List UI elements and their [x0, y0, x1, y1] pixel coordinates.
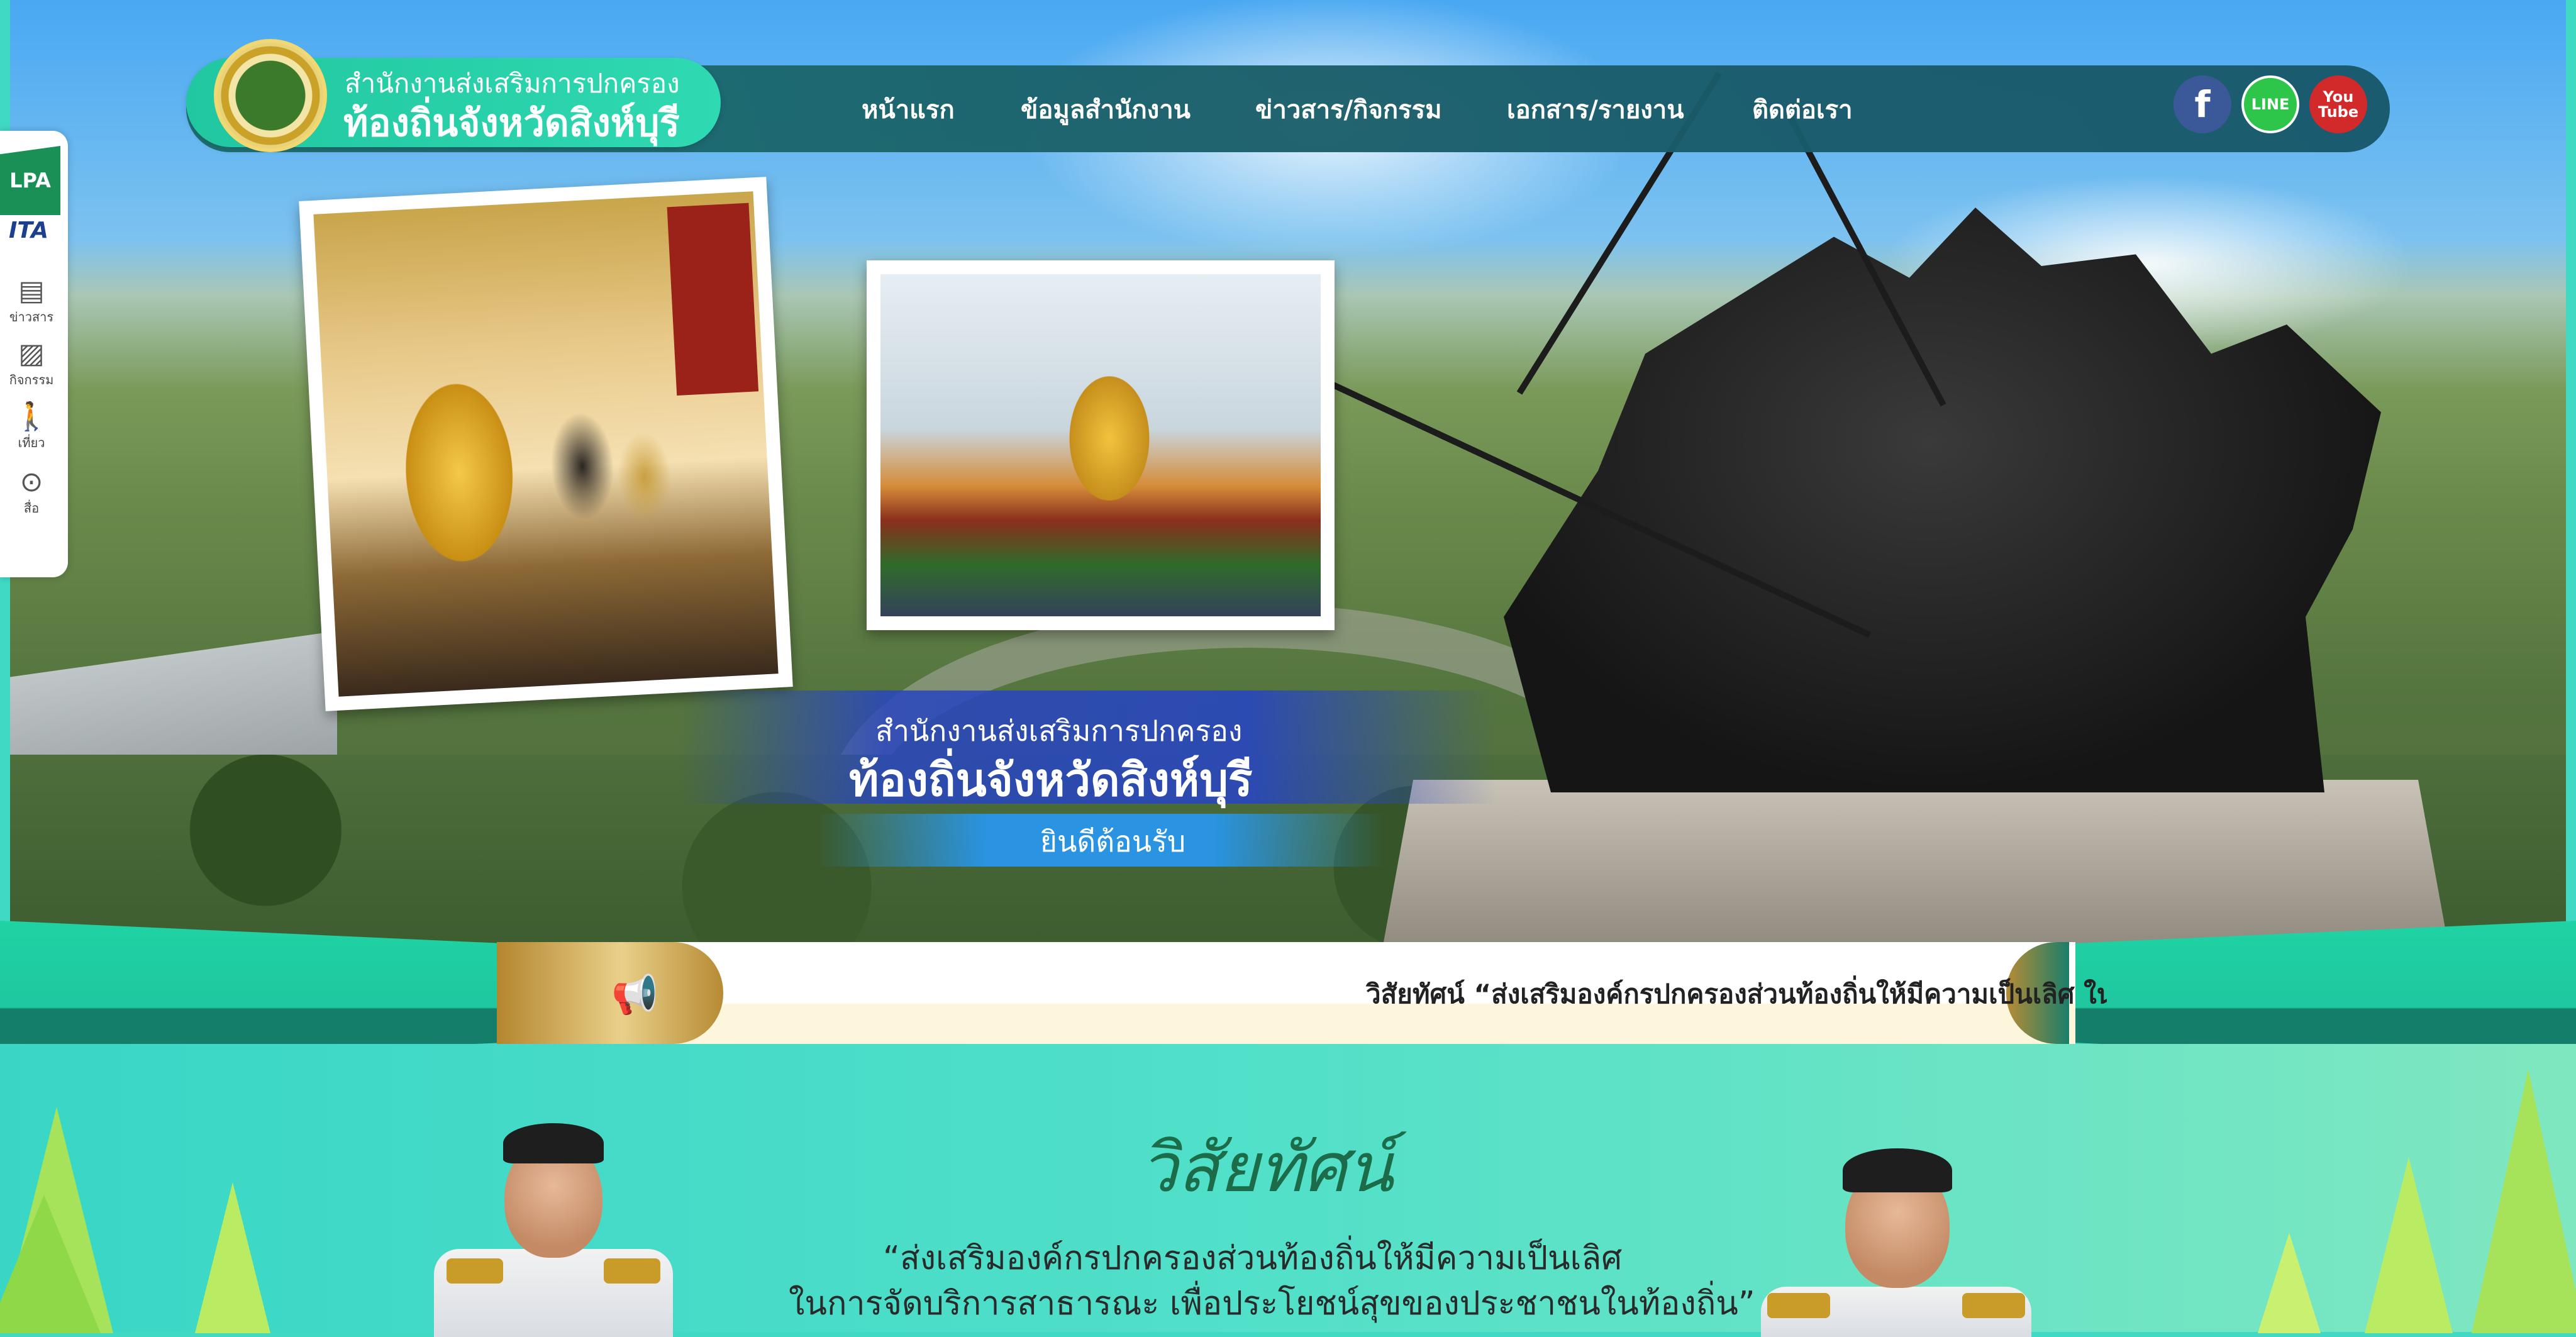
sidebar-item-media[interactable]: ⊙ สื่อ: [0, 468, 63, 518]
sidebar-item-label: สื่อ: [23, 501, 40, 516]
facebook-icon[interactable]: f: [2174, 75, 2231, 133]
tree-decoration: [2365, 1157, 2453, 1333]
sidebar-item-label: เที่ยว: [18, 435, 45, 450]
buddha-statue-image: [880, 274, 1321, 616]
portrait-epaulette: [1767, 1293, 1830, 1318]
welcome-greeting: ยินดีต้อนรับ: [1040, 824, 1186, 858]
tree-decoration: [195, 1182, 270, 1333]
tree-decoration: [2472, 1069, 2576, 1333]
sidebar-item-news[interactable]: ▤ ข่าวสาร: [0, 277, 63, 327]
statue-base: [1381, 780, 2450, 943]
temple-photo: [299, 177, 793, 711]
sidebar-item-travel[interactable]: 🚶 เที่ยว: [0, 402, 63, 453]
nav-documents[interactable]: เอกสาร/รายงาน: [1507, 89, 1684, 130]
youtube-label-top: You: [2323, 88, 2354, 106]
ticker-text[interactable]: วิสัยทัศน์ “ส่งเสริมองค์กรปกครองส่วนท้อง…: [1366, 974, 2107, 1015]
official-portrait-right: [1761, 1148, 2031, 1337]
youtube-label-bottom: Tube: [2318, 103, 2359, 121]
portrait-epaulette: [604, 1258, 660, 1284]
logo-seal-icon[interactable]: [214, 39, 327, 152]
lpa-badge[interactable]: LPA: [0, 146, 60, 215]
ticker-viewport: วิสัยทัศน์ “ส่งเสริมองค์กรปกครองส่วนท้อง…: [723, 942, 2107, 1044]
nav-contact[interactable]: ติดต่อเรา: [1752, 89, 1853, 130]
vision-statement-line2: ในการจัดบริการสาธารณะ เพื่อประโยชน์สุขขอ…: [789, 1285, 1755, 1323]
ita-badge[interactable]: ITA: [9, 218, 48, 243]
official-portrait-left: [434, 1123, 673, 1337]
play-icon: ⊙: [19, 466, 43, 498]
portrait-epaulette: [447, 1258, 503, 1284]
image-icon: ▨: [18, 338, 45, 370]
tree-decoration: [0, 1195, 101, 1333]
welcome-title-line2: ท้องถิ่นจังหวัดสิงห์บุรี: [849, 753, 1253, 806]
ticker-label: [497, 942, 723, 1044]
statue-image: [1504, 208, 2381, 792]
vision-title: วิสัยทัศน์: [1140, 1129, 1394, 1207]
sidebar-item-label: กิจกรรม: [9, 372, 54, 387]
news-icon: ▤: [18, 275, 45, 307]
vision-statement-line1: “ส่งเสริมองค์กรปกครองส่วนท้องถิ่นให้มีคว…: [883, 1240, 1623, 1277]
logo-title-line2: ท้องถิ่นจังหวัดสิงห์บุรี: [343, 101, 680, 145]
line-icon[interactable]: LINE: [2241, 75, 2299, 133]
temple-photo-curtain: [667, 202, 759, 396]
nav-news[interactable]: ข่าวสาร/กิจกรรม: [1255, 89, 1441, 130]
megaphone-icon: 📢: [611, 973, 658, 1017]
tree-decoration: [2258, 1233, 2321, 1333]
sidebar-item-label: ข่าวสาร: [9, 309, 54, 325]
youtube-icon[interactable]: You Tube: [2309, 75, 2367, 133]
nav-about[interactable]: ข้อมูลสำนักงาน: [1021, 89, 1191, 130]
sidebar-item-activities[interactable]: ▨ กิจกรรม: [0, 340, 63, 390]
portrait-epaulette: [1962, 1293, 2025, 1318]
portrait-hair: [503, 1123, 604, 1163]
portrait-hair: [1843, 1148, 1952, 1192]
walk-icon: 🚶: [14, 401, 49, 433]
buddha-statue-photo: [867, 260, 1335, 630]
nav-home[interactable]: หน้าแรก: [862, 89, 955, 130]
